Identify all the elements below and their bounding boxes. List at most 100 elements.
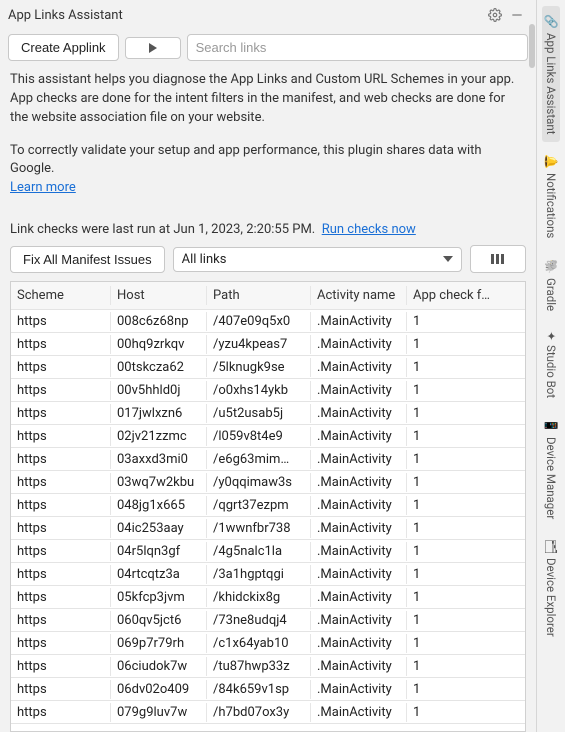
cell-scheme: https xyxy=(11,450,111,469)
cell-activity: .MainActivity xyxy=(311,473,407,492)
cell-host: 060qv5jct6 xyxy=(111,611,207,630)
col-appcheck[interactable]: App check f… xyxy=(407,286,525,305)
cell-host: 02jv21zzmc xyxy=(111,427,207,446)
cell-path: /3a1hgptqgi xyxy=(207,565,311,584)
cell-activity: .MainActivity xyxy=(311,358,407,377)
cell-host: 05kfcp3jvm xyxy=(111,588,207,607)
fix-manifest-button[interactable]: Fix All Manifest Issues xyxy=(10,246,165,273)
cell-check: 1 xyxy=(407,381,525,400)
table-row[interactable]: https069p7r79rh/c1x64yab10.MainActivity1 xyxy=(11,632,525,655)
last-run-text: Link checks were last run at Jun 1, 2023… xyxy=(10,222,315,237)
cell-check: 1 xyxy=(407,312,525,331)
cell-activity: .MainActivity xyxy=(311,404,407,423)
cell-activity: .MainActivity xyxy=(311,496,407,515)
cell-scheme: https xyxy=(11,657,111,676)
table-row[interactable]: https04rtcqtz3a/3a1hgptqgi.MainActivity1 xyxy=(11,563,525,586)
search-input[interactable] xyxy=(187,34,528,61)
cell-scheme: https xyxy=(11,611,111,630)
cell-activity: .MainActivity xyxy=(311,611,407,630)
cell-path: /tu87hwp33z xyxy=(207,657,311,676)
table-row[interactable]: https048jg1x665/qgrt37ezpm.MainActivity1 xyxy=(11,494,525,517)
cell-activity: .MainActivity xyxy=(311,335,407,354)
table-row[interactable]: https04r5lqn3gf/4g5nalc1la.MainActivity1 xyxy=(11,540,525,563)
cell-check: 1 xyxy=(407,680,525,699)
cell-path: /1wwnfbr738 xyxy=(207,519,311,538)
table-row[interactable]: https017jwlxzn6/u5t2usab5j.MainActivity1 xyxy=(11,402,525,425)
folder-icon: 🗂 xyxy=(544,539,558,554)
columns-button[interactable] xyxy=(470,245,526,273)
table-row[interactable]: https04ic253aay/1wwnfbr738.MainActivity1 xyxy=(11,517,525,540)
cell-scheme: https xyxy=(11,381,111,400)
cell-check: 1 xyxy=(407,358,525,377)
bell-icon: 🔔 xyxy=(544,154,558,169)
cell-scheme: https xyxy=(11,565,111,584)
rail-tab-applinks[interactable]: 🔗App Links Assistant xyxy=(542,6,560,142)
table-row[interactable]: https00hq9zrkqv/yzu4kpeas7.MainActivity1 xyxy=(11,333,525,356)
minimize-icon[interactable] xyxy=(506,4,528,26)
filter-label: All links xyxy=(182,252,227,267)
cell-scheme: https xyxy=(11,404,111,423)
rail-tab-devicemanager[interactable]: 📱Device Manager xyxy=(542,410,560,527)
table-row[interactable]: https03axxd3mi0/e6g63mim….MainActivity1 xyxy=(11,448,525,471)
cell-check: 1 xyxy=(407,565,525,584)
cell-activity: .MainActivity xyxy=(311,680,407,699)
columns-icon xyxy=(490,253,506,265)
run-button[interactable] xyxy=(125,37,181,59)
gear-icon[interactable] xyxy=(484,4,506,26)
col-scheme[interactable]: Scheme xyxy=(11,286,111,305)
cell-scheme: https xyxy=(11,634,111,653)
cell-path: /u5t2usab5j xyxy=(207,404,311,423)
rail-tab-studiobot[interactable]: ✦Studio Bot xyxy=(542,323,560,406)
rail-tab-deviceexplorer[interactable]: 🗂Device Explorer xyxy=(542,531,560,645)
rail-tab-gradle[interactable]: 🐘Gradle xyxy=(542,251,560,319)
cell-activity: .MainActivity xyxy=(311,657,407,676)
cell-path: /e6g63mim… xyxy=(207,450,311,469)
cell-check: 1 xyxy=(407,634,525,653)
links-table: Scheme Host Path Activity name App check… xyxy=(10,281,526,732)
device-icon: 📱 xyxy=(544,418,558,433)
table-row[interactable]: https079g9luv7w/h7bd07ox3y.MainActivity1 xyxy=(11,701,525,724)
description-text-1: This assistant helps you diagnose the Ap… xyxy=(10,71,526,128)
table-row[interactable]: https06ciudok7w/tu87hwp33z.MainActivity1 xyxy=(11,655,525,678)
table-row[interactable]: https008c6z68np/407e09q5x0.MainActivity1 xyxy=(11,310,525,333)
cell-path: /yzu4kpeas7 xyxy=(207,335,311,354)
cell-host: 06dv02o409 xyxy=(111,680,207,699)
cell-path: /h7bd07ox3y xyxy=(207,703,311,722)
cell-path: /l059v8t4e9 xyxy=(207,427,311,446)
col-path[interactable]: Path xyxy=(207,286,311,305)
scrollbar-thumb[interactable] xyxy=(529,24,535,68)
cell-path: /4g5nalc1la xyxy=(207,542,311,561)
cell-activity: .MainActivity xyxy=(311,519,407,538)
cell-scheme: https xyxy=(11,519,111,538)
run-checks-now-link[interactable]: Run checks now xyxy=(322,222,416,237)
create-applink-button[interactable]: Create Applink xyxy=(8,34,119,61)
cell-activity: .MainActivity xyxy=(311,634,407,653)
cell-check: 1 xyxy=(407,542,525,561)
cell-scheme: https xyxy=(11,358,111,377)
table-row[interactable]: https060qv5jct6/73ne8udqj4.MainActivity1 xyxy=(11,609,525,632)
cell-host: 00v5hhld0j xyxy=(111,381,207,400)
cell-check: 1 xyxy=(407,450,525,469)
table-row[interactable]: https02jv21zzmc/l059v8t4e9.MainActivity1 xyxy=(11,425,525,448)
tool-rail: 🔗App Links Assistant 🔔Notifications 🐘Gra… xyxy=(536,0,565,732)
col-host[interactable]: Host xyxy=(111,286,207,305)
table-header: Scheme Host Path Activity name App check… xyxy=(11,282,525,310)
table-row[interactable]: https03wq7w2kbu/y0qqimaw3s.MainActivity1 xyxy=(11,471,525,494)
learn-more-link[interactable]: Learn more xyxy=(10,180,76,195)
cell-host: 069p7r79rh xyxy=(111,634,207,653)
link-icon: 🔗 xyxy=(544,14,558,29)
description-text-2: To correctly validate your setup and app… xyxy=(10,143,482,177)
table-row[interactable]: https06dv02o409/84k659v1sp.MainActivity1 xyxy=(11,678,525,701)
scrollbar[interactable] xyxy=(528,24,536,732)
filter-dropdown[interactable]: All links xyxy=(173,247,462,272)
table-row[interactable]: https00tskcza62/5lknugk9se.MainActivity1 xyxy=(11,356,525,379)
table-row[interactable]: https05kfcp3jvm/khidckix8g.MainActivity1 xyxy=(11,586,525,609)
cell-scheme: https xyxy=(11,427,111,446)
cell-host: 079g9luv7w xyxy=(111,703,207,722)
cell-host: 008c6z68np xyxy=(111,312,207,331)
table-row[interactable]: https00v5hhld0j/o0xhs14ykb.MainActivity1 xyxy=(11,379,525,402)
cell-host: 017jwlxzn6 xyxy=(111,404,207,423)
cell-activity: .MainActivity xyxy=(311,703,407,722)
col-activity[interactable]: Activity name xyxy=(311,286,407,305)
rail-tab-notifications[interactable]: 🔔Notifications xyxy=(542,146,560,246)
